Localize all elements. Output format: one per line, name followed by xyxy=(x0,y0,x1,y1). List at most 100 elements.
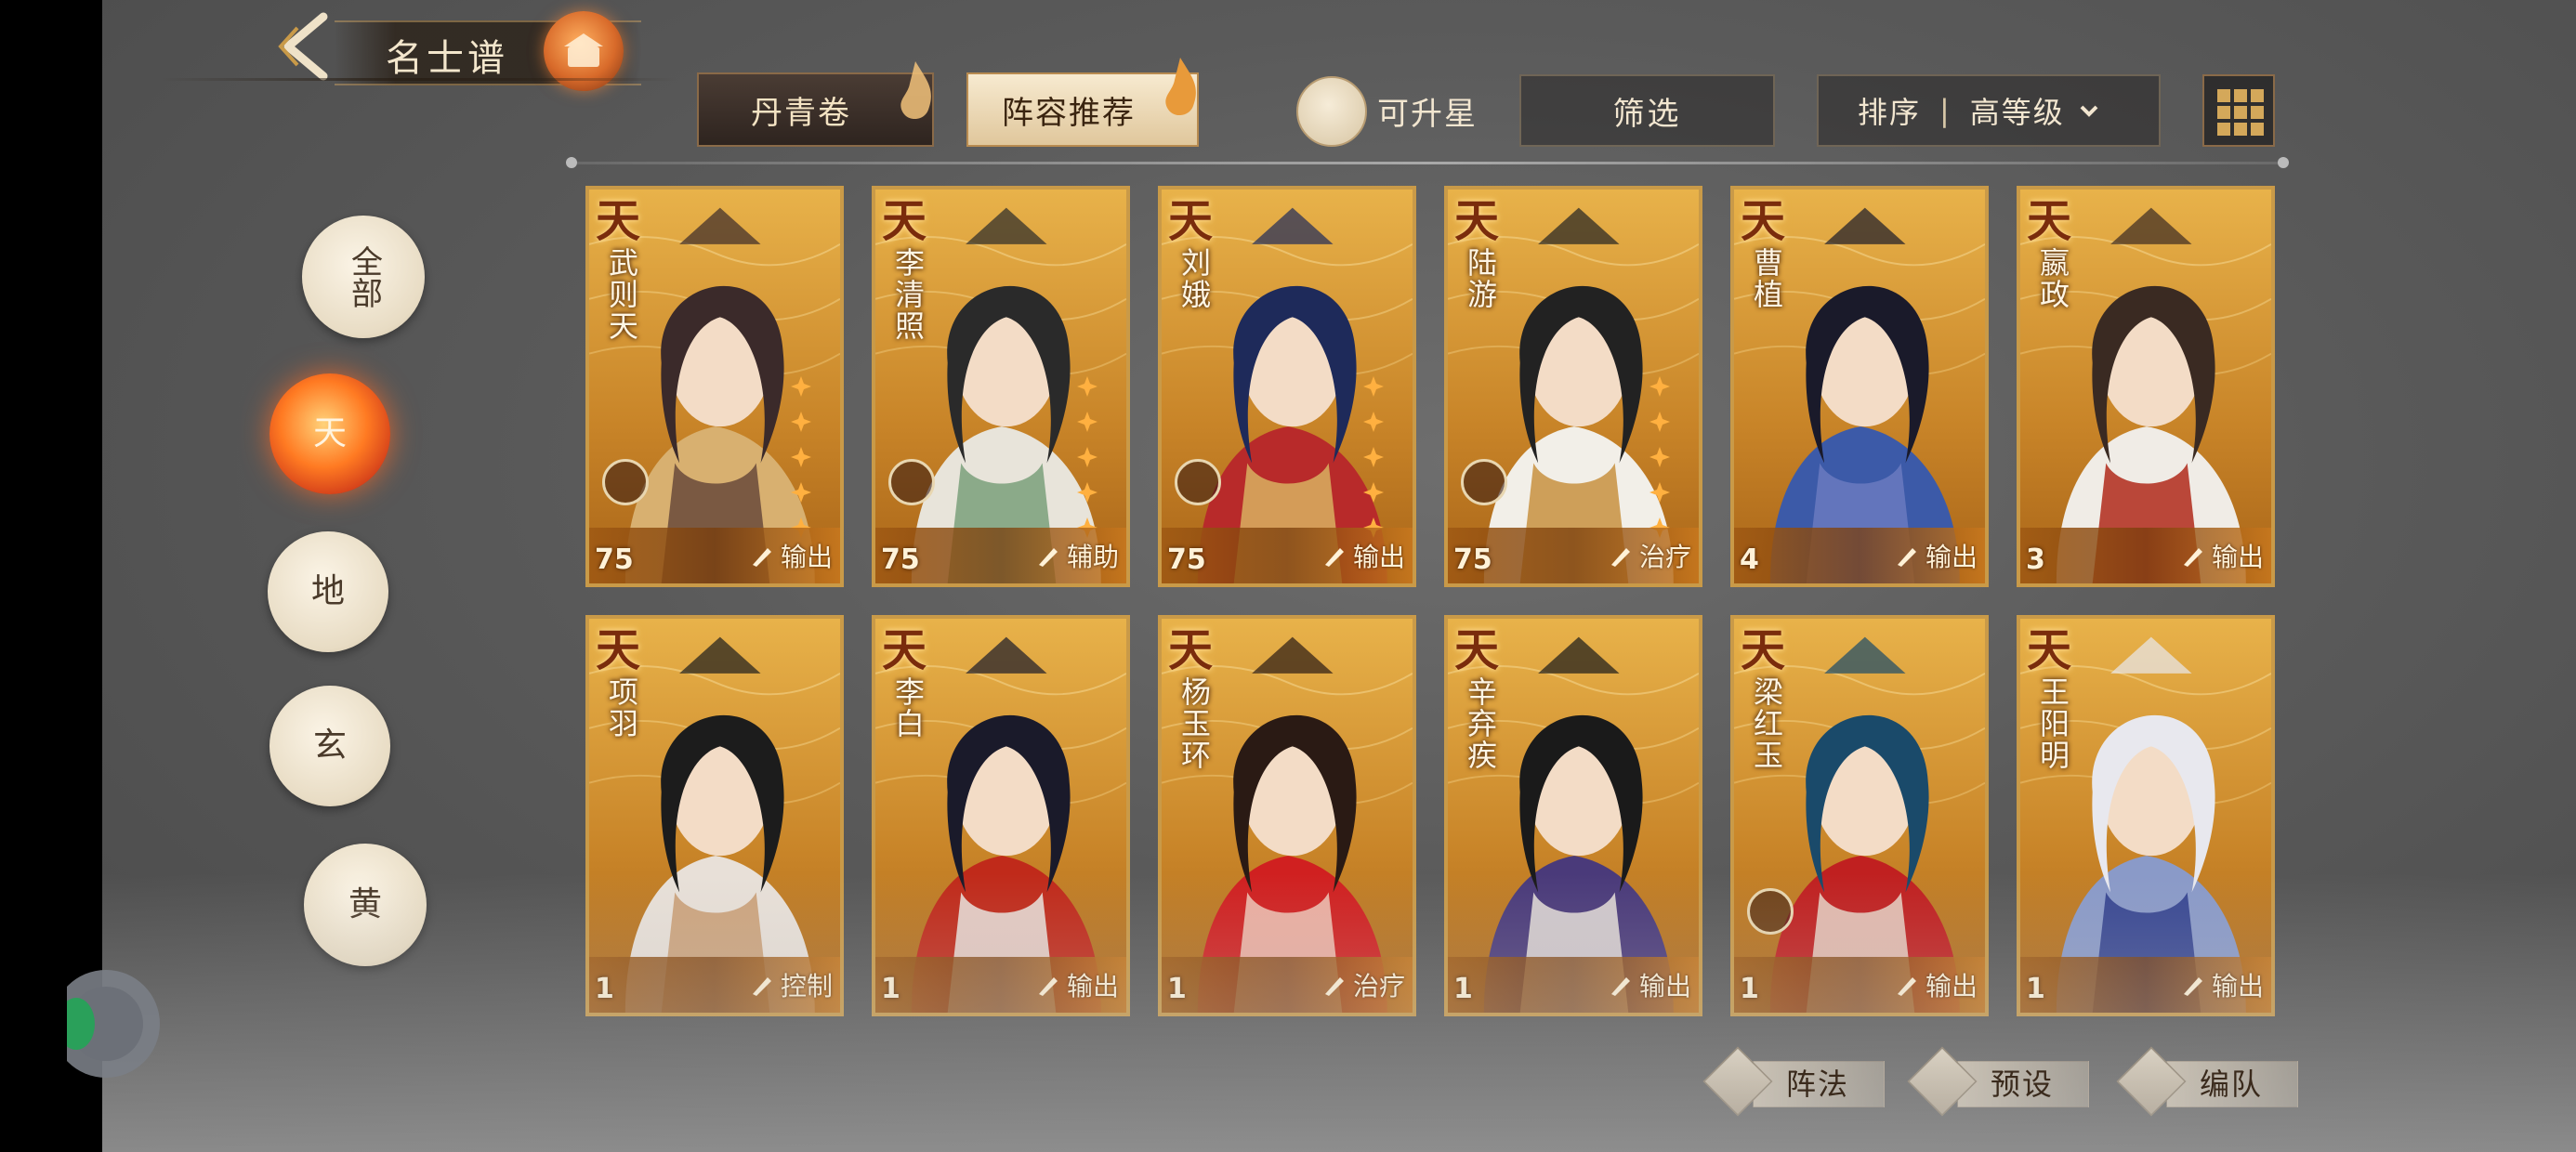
grade-filter-all-label: 全部 xyxy=(345,245,383,308)
character-role: 输出 xyxy=(1894,537,1978,574)
character-role: 治疗 xyxy=(1608,537,1691,574)
star-rating xyxy=(790,375,821,552)
character-card[interactable]: 天 曹植 4 输出 xyxy=(1730,186,1989,587)
app-screen: 名士谱 丹青卷 阵容推荐 可升星 筛选 排序 | 高等级 全部 天 地 玄 黄 … xyxy=(102,0,2576,1152)
character-name: 梁红玉 xyxy=(1749,676,1784,771)
character-role-label: 输出 xyxy=(2211,971,2264,1001)
tier-badge: 天 xyxy=(595,624,640,676)
character-role: 辅助 xyxy=(1035,537,1119,574)
star-icon xyxy=(1363,447,1384,467)
tier-badge: 天 xyxy=(1167,624,1213,676)
grade-filter-tian-label: 天 xyxy=(312,414,347,453)
grade-filter-huang[interactable]: 黄 xyxy=(304,844,427,966)
character-role-label: 输出 xyxy=(1638,971,1691,1001)
grade-filter-tian[interactable]: 天 xyxy=(269,373,390,494)
character-level: 75 xyxy=(1453,543,1492,576)
filter-button[interactable]: 筛选 xyxy=(1519,74,1775,147)
character-role-label: 输出 xyxy=(1925,971,1978,1001)
star-icon xyxy=(1363,412,1384,432)
character-level: 1 xyxy=(1740,973,1759,1005)
star-icon xyxy=(1077,482,1097,503)
character-role: 输出 xyxy=(2180,537,2264,574)
grade-filter-all[interactable]: 全部 xyxy=(302,216,425,338)
formation-button[interactable]: 阵法 xyxy=(1701,1046,1885,1117)
sprout-icon xyxy=(1324,977,1344,996)
flame-icon xyxy=(1165,58,1196,116)
character-card[interactable]: 天 王阳明 1 输出 xyxy=(2017,615,2275,1016)
character-role: 输出 xyxy=(1894,966,1978,1003)
character-role: 输出 xyxy=(1035,966,1119,1003)
character-level: 1 xyxy=(595,973,614,1005)
element-emblem-icon xyxy=(888,459,935,505)
tier-badge: 天 xyxy=(1740,624,1785,676)
grade-filter-di[interactable]: 地 xyxy=(268,531,388,652)
star-icon xyxy=(1649,412,1670,432)
character-role-label: 输出 xyxy=(780,542,833,572)
grade-filter-xuan-label: 玄 xyxy=(312,727,347,766)
star-rating xyxy=(1362,375,1394,552)
sort-dropdown[interactable]: 排序 | 高等级 xyxy=(1817,74,2161,147)
star-icon xyxy=(1363,482,1384,503)
character-name: 武则天 xyxy=(604,247,639,342)
element-emblem-icon xyxy=(602,459,649,505)
character-role-label: 治疗 xyxy=(1638,542,1691,572)
star-icon xyxy=(791,482,811,503)
filter-label: 筛选 xyxy=(1612,95,1682,133)
sort-label: 排序 xyxy=(1858,95,1922,130)
brush-icon xyxy=(1324,548,1344,567)
grade-filter-di-label: 地 xyxy=(310,572,345,611)
character-card[interactable]: 天 李白 1 输出 xyxy=(872,615,1130,1016)
character-card[interactable]: 天 李清照 75 辅助 xyxy=(872,186,1130,587)
tier-badge: 天 xyxy=(2026,195,2071,247)
star-icon xyxy=(1649,482,1670,503)
star-icon xyxy=(1077,447,1097,467)
grade-filter-xuan[interactable]: 玄 xyxy=(269,686,390,806)
character-level: 1 xyxy=(1453,973,1473,1005)
upgradable-toggle[interactable] xyxy=(1296,76,1367,147)
sprout-icon xyxy=(1610,548,1630,567)
character-role-label: 输出 xyxy=(1925,542,1978,572)
back-arrow-icon[interactable] xyxy=(269,9,344,84)
character-level: 3 xyxy=(2026,543,2045,576)
character-card[interactable]: 天 梁红玉 1 输出 xyxy=(1730,615,1989,1016)
character-card[interactable]: 天 杨玉环 1 治疗 xyxy=(1158,615,1416,1016)
floating-assist-button[interactable] xyxy=(67,966,164,1081)
character-role-label: 控制 xyxy=(780,971,833,1001)
character-card[interactable]: 天 刘娥 75 输出 xyxy=(1158,186,1416,587)
flame-icon xyxy=(900,61,931,120)
tier-badge: 天 xyxy=(1453,195,1499,247)
element-emblem-icon xyxy=(1175,459,1221,505)
character-card[interactable]: 天 武则天 75 输出 xyxy=(585,186,844,587)
brush-icon xyxy=(752,548,771,567)
brush-icon xyxy=(2183,548,2202,567)
character-level: 1 xyxy=(1167,973,1187,1005)
star-rating xyxy=(1649,375,1680,552)
team-button[interactable]: 编队 xyxy=(2114,1046,2298,1117)
star-icon xyxy=(791,412,811,432)
support-icon xyxy=(1038,548,1058,567)
tier-badge: 天 xyxy=(881,195,927,247)
tier-badge: 天 xyxy=(1167,195,1213,247)
grid-view-button[interactable] xyxy=(2202,74,2275,147)
brush-icon xyxy=(1897,977,1916,996)
character-level: 75 xyxy=(595,543,634,576)
character-card[interactable]: 天 项羽 1 控制 xyxy=(585,615,844,1016)
star-icon xyxy=(1649,447,1670,467)
team-label: 编队 xyxy=(2200,1067,2264,1102)
character-card[interactable]: 天 嬴政 3 输出 xyxy=(2017,186,2275,587)
character-card[interactable]: 天 辛弃疾 1 输出 xyxy=(1444,615,1702,1016)
character-level: 1 xyxy=(2026,973,2045,1005)
tab-danqingjuan-label: 丹青卷 xyxy=(751,94,851,132)
chevron-down-icon xyxy=(2080,105,2098,117)
content-divider xyxy=(566,157,2289,168)
character-level: 4 xyxy=(1740,543,1759,576)
element-emblem-icon xyxy=(1461,459,1507,505)
character-level: 1 xyxy=(881,973,900,1005)
character-card[interactable]: 天 陆游 75 治疗 xyxy=(1444,186,1702,587)
star-icon xyxy=(1363,376,1384,397)
character-level: 75 xyxy=(1167,543,1206,576)
preset-button[interactable]: 预设 xyxy=(1905,1046,2089,1117)
character-level: 75 xyxy=(881,543,920,576)
star-icon xyxy=(791,447,811,467)
character-name: 陆游 xyxy=(1463,247,1498,310)
